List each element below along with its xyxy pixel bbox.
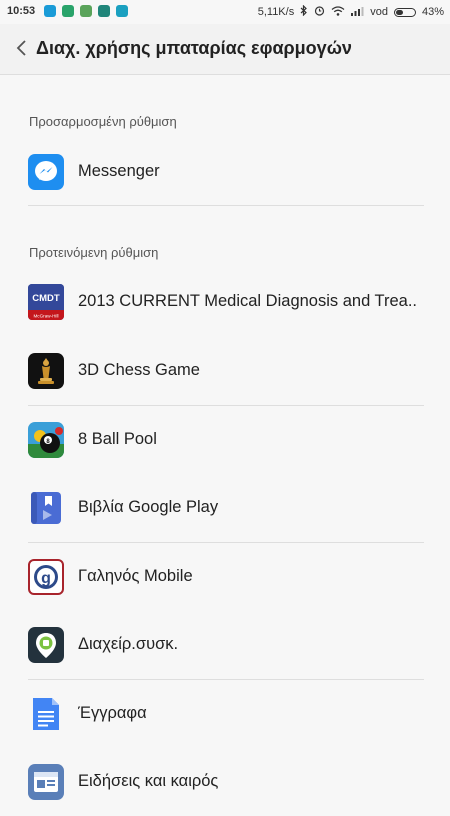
notification-icon	[116, 5, 128, 17]
app-name: Έγγραφα	[78, 704, 147, 722]
app-name: Διαχείρ.συσκ.	[78, 635, 179, 653]
cmdt-icon: CMDT McGraw-Hill	[28, 284, 64, 320]
app-name: 2013 CURRENT Medical Diagnosis and Trea.…	[78, 292, 418, 310]
app-name: 3D Chess Game	[78, 361, 200, 379]
google-play-books-icon	[28, 490, 64, 526]
net-speed: 5,11K/s	[257, 6, 295, 18]
battery-icon	[393, 7, 416, 17]
svg-text:g: g	[41, 570, 51, 587]
app-header: Διαχ. χρήσης μπαταρίας εφαρμογών	[0, 24, 450, 75]
app-name: 8 Ball Pool	[78, 430, 157, 448]
status-time: 10:53	[7, 5, 36, 17]
app-name: Ειδήσεις και καιρός	[78, 772, 219, 790]
signal-icon	[351, 6, 364, 19]
app-name: Messenger	[78, 162, 160, 180]
svg-text:CMDT: CMDT	[32, 293, 60, 304]
app-row-8-ball-pool[interactable]: 8 8 Ball Pool	[0, 406, 450, 474]
section-title-custom: Προσαρμοσμένη ρύθμιση	[29, 114, 177, 129]
notification-icon	[80, 5, 92, 17]
app-row-google-docs[interactable]: Έγγραφα	[0, 680, 450, 748]
divider	[28, 205, 424, 206]
bluetooth-icon	[300, 4, 308, 19]
carrier-name: vod	[370, 6, 388, 18]
app-row-google-play-books[interactable]: Βιβλία Google Play	[0, 474, 450, 542]
google-docs-icon	[28, 696, 64, 732]
notification-icon	[62, 5, 74, 17]
section-title-recommended: Προτεινόμενη ρύθμιση	[29, 245, 159, 260]
app-row-device-manager[interactable]: Διαχείρ.συσκ.	[0, 611, 450, 679]
chess-icon	[28, 353, 64, 389]
messenger-icon	[28, 154, 64, 190]
notification-icon	[98, 5, 110, 17]
app-row-galinos[interactable]: g Γαληνός Mobile	[0, 543, 450, 611]
8-ball-pool-icon: 8	[28, 422, 64, 458]
skype-notification-icon	[44, 5, 56, 17]
app-name: Γαληνός Mobile	[78, 567, 193, 585]
status-bar: 10:53 5,11K/s vod 43%	[0, 0, 450, 24]
galinos-icon: g	[28, 559, 64, 595]
back-arrow-icon[interactable]	[14, 37, 30, 59]
wifi-icon	[331, 5, 345, 19]
app-row-news-weather[interactable]: Ειδήσεις και καιρός	[0, 748, 450, 816]
svg-text:McGraw-Hill: McGraw-Hill	[33, 314, 58, 319]
battery-percent: 43%	[421, 6, 444, 18]
news-weather-icon	[28, 764, 64, 800]
alarm-icon	[314, 5, 325, 19]
device-manager-icon	[28, 627, 64, 663]
app-row-3d-chess[interactable]: 3D Chess Game	[0, 337, 450, 405]
page-title: Διαχ. χρήσης μπαταρίας εφαρμογών	[36, 38, 352, 58]
app-row-cmdt[interactable]: CMDT McGraw-Hill 2013 CURRENT Medical Di…	[0, 268, 450, 336]
app-name: Βιβλία Google Play	[78, 498, 219, 516]
app-row-messenger[interactable]: Messenger	[0, 138, 450, 206]
